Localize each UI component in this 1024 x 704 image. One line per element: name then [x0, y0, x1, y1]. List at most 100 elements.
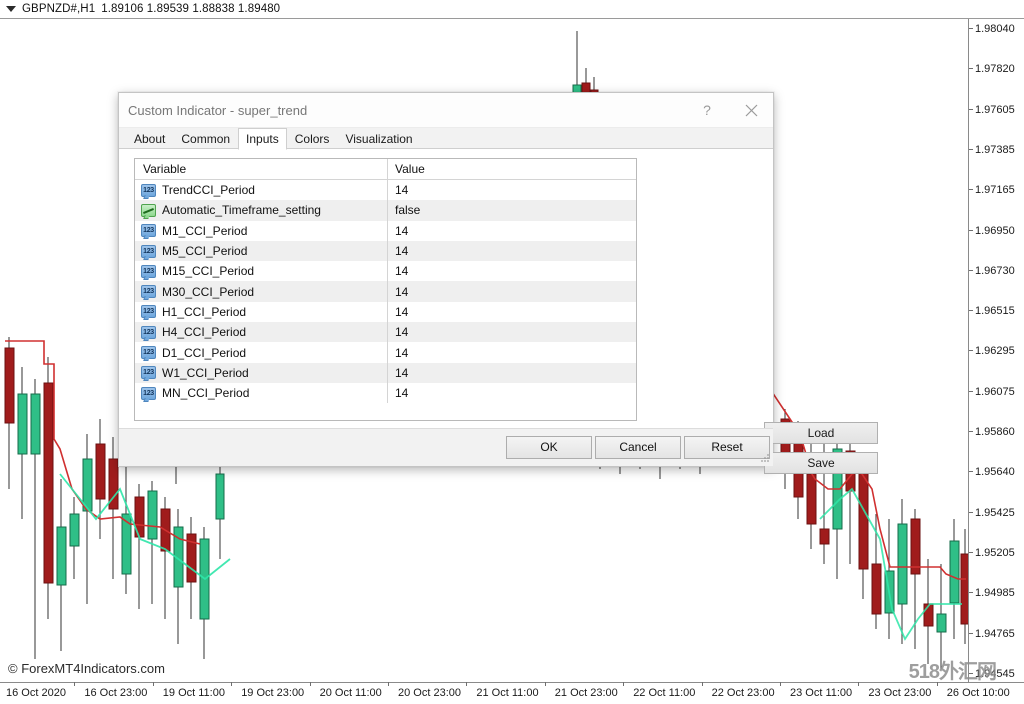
- tab-about[interactable]: About: [126, 129, 173, 149]
- variable-cell[interactable]: 123M5_CCI_Period: [135, 241, 388, 261]
- price-tick-label: 1.97385: [975, 145, 1015, 155]
- table-row[interactable]: Automatic_Timeframe_setting false: [135, 200, 636, 220]
- symbol-bar: GBPNZD#,H1 1.89106 1.89539 1.88838 1.894…: [0, 0, 1024, 19]
- table-row[interactable]: 123H4_CCI_Period14: [135, 322, 636, 342]
- price-tick-label: 1.94765: [975, 629, 1015, 639]
- variable-label: M15_CCI_Period: [162, 264, 254, 278]
- dialog-title-bar[interactable]: Custom Indicator - super_trend ?: [119, 93, 773, 128]
- time-tick-label: 16 Oct 23:00: [84, 687, 147, 699]
- tab-common[interactable]: Common: [173, 129, 238, 149]
- custom-indicator-dialog[interactable]: Custom Indicator - super_trend ? About Co…: [118, 92, 774, 467]
- price-tick-label: 1.95860: [975, 427, 1015, 437]
- time-tick-label: 26 Oct 10:00: [947, 687, 1010, 699]
- ok-button[interactable]: OK: [506, 436, 592, 459]
- variable-cell[interactable]: 123H4_CCI_Period: [135, 322, 388, 342]
- tab-visualization[interactable]: Visualization: [337, 129, 420, 149]
- tab-label: Inputs: [246, 132, 279, 146]
- caret-down-icon[interactable]: [6, 6, 16, 12]
- table-row[interactable]: 123M5_CCI_Period14: [135, 241, 636, 261]
- price-tick-label: 1.97605: [975, 105, 1015, 115]
- reset-button[interactable]: Reset: [684, 436, 770, 459]
- column-header-value[interactable]: Value: [388, 162, 636, 176]
- table-row[interactable]: 123 M1_CCI_Period 14: [135, 221, 636, 241]
- number-icon: 123: [141, 265, 156, 278]
- price-tick-label: 1.95425: [975, 508, 1015, 518]
- variable-cell[interactable]: 123 MN_CCI_Period: [135, 383, 388, 403]
- time-tick-label: 23 Oct 23:00: [868, 687, 931, 699]
- variable-label: H4_CCI_Period: [162, 325, 246, 339]
- number-icon: 123: [141, 224, 156, 237]
- price-tick-label: 1.96515: [975, 306, 1015, 316]
- value-cell[interactable]: 14: [388, 183, 636, 197]
- help-button[interactable]: ?: [685, 93, 729, 127]
- tab-label: Colors: [295, 132, 330, 146]
- question-mark-icon: ?: [703, 102, 711, 118]
- number-icon: 123: [141, 387, 156, 400]
- boolean-icon: [141, 204, 156, 217]
- column-header-variable[interactable]: Variable: [135, 159, 388, 179]
- value-cell[interactable]: 14: [388, 325, 636, 339]
- variable-label: M30_CCI_Period: [162, 285, 254, 299]
- number-icon: 123: [141, 245, 156, 258]
- parameters-table[interactable]: VariableValue 123 TrendCCI_Period 14 Automat…: [134, 158, 637, 421]
- table-row[interactable]: 123 W1_CCI_Period 14: [135, 363, 636, 383]
- number-icon: 123: [141, 285, 156, 298]
- number-icon: 123: [141, 184, 156, 197]
- variable-label: W1_CCI_Period: [162, 366, 249, 380]
- value-cell[interactable]: false: [388, 203, 636, 217]
- resize-grip[interactable]: [760, 453, 770, 463]
- value-cell[interactable]: 14: [388, 285, 636, 299]
- variable-cell[interactable]: Automatic_Timeframe_setting: [135, 200, 388, 220]
- time-tick-label: 20 Oct 11:00: [320, 687, 382, 699]
- tab-label: Common: [181, 132, 230, 146]
- price-tick-label: 1.94985: [975, 588, 1015, 598]
- price-tick-label: 1.98040: [975, 24, 1015, 34]
- tab-inputs[interactable]: Inputs: [238, 128, 287, 150]
- price-tick-label: 1.95640: [975, 467, 1015, 477]
- close-button[interactable]: [729, 93, 773, 127]
- value-cell[interactable]: 14: [388, 264, 636, 278]
- close-icon: [745, 104, 758, 117]
- variable-cell[interactable]: 123 M15_CCI_Period: [135, 261, 388, 281]
- value-cell[interactable]: 14: [388, 224, 636, 238]
- time-tick-label: 16 Oct 2020: [6, 687, 66, 699]
- price-tick-label: 1.96950: [975, 226, 1015, 236]
- table-row[interactable]: 123 MN_CCI_Period 14: [135, 383, 636, 403]
- table-header-row: VariableValue: [135, 159, 636, 180]
- variable-label: TrendCCI_Period: [162, 183, 255, 197]
- variable-label: H1_CCI_Period: [162, 305, 246, 319]
- value-cell[interactable]: 14: [388, 244, 636, 258]
- price-axis[interactable]: 1.980401.978201.976051.973851.971651.969…: [968, 0, 1024, 682]
- variable-label: MN_CCI_Period: [162, 386, 249, 400]
- time-tick-label: 20 Oct 23:00: [398, 687, 461, 699]
- table-row[interactable]: 123 M15_CCI_Period 14: [135, 261, 636, 281]
- save-button[interactable]: Save: [764, 452, 878, 474]
- price-tick-label: 1.96730: [975, 266, 1015, 276]
- variable-label: Automatic_Timeframe_setting: [162, 203, 321, 217]
- variable-cell[interactable]: 123 TrendCCI_Period: [135, 180, 388, 200]
- variable-label: M1_CCI_Period: [162, 224, 247, 238]
- variable-cell[interactable]: 123 M30_CCI_Period: [135, 281, 388, 301]
- table-row[interactable]: 123 M30_CCI_Period 14: [135, 281, 636, 301]
- value-cell[interactable]: 14: [388, 386, 636, 400]
- table-row[interactable]: 123 TrendCCI_Period 14: [135, 180, 636, 200]
- table-row[interactable]: 123H1_CCI_Period14: [135, 302, 636, 322]
- load-button[interactable]: Load: [764, 422, 878, 444]
- tab-colors[interactable]: Colors: [287, 129, 338, 149]
- variable-cell[interactable]: 123 M1_CCI_Period: [135, 221, 388, 241]
- time-tick-label: 22 Oct 23:00: [712, 687, 775, 699]
- time-axis[interactable]: 16 Oct 202016 Oct 23:0019 Oct 11:0019 Oc…: [0, 682, 1024, 704]
- table-row[interactable]: 123D1_CCI_Period14: [135, 342, 636, 362]
- number-icon: 123: [141, 366, 156, 379]
- variable-cell[interactable]: 123 W1_CCI_Period: [135, 363, 388, 383]
- value-cell[interactable]: 14: [388, 366, 636, 380]
- variable-cell[interactable]: 123D1_CCI_Period: [135, 342, 388, 362]
- symbol-label: GBPNZD#,H1: [22, 3, 95, 15]
- value-cell[interactable]: 14: [388, 346, 636, 360]
- dialog-tabs[interactable]: About Common Inputs Colors Visualization: [119, 128, 773, 149]
- value-cell[interactable]: 14: [388, 305, 636, 319]
- variable-cell[interactable]: 123H1_CCI_Period: [135, 302, 388, 322]
- cancel-button[interactable]: Cancel: [595, 436, 681, 459]
- time-tick-label: 22 Oct 11:00: [633, 687, 695, 699]
- price-tick-label: 1.96295: [975, 346, 1015, 356]
